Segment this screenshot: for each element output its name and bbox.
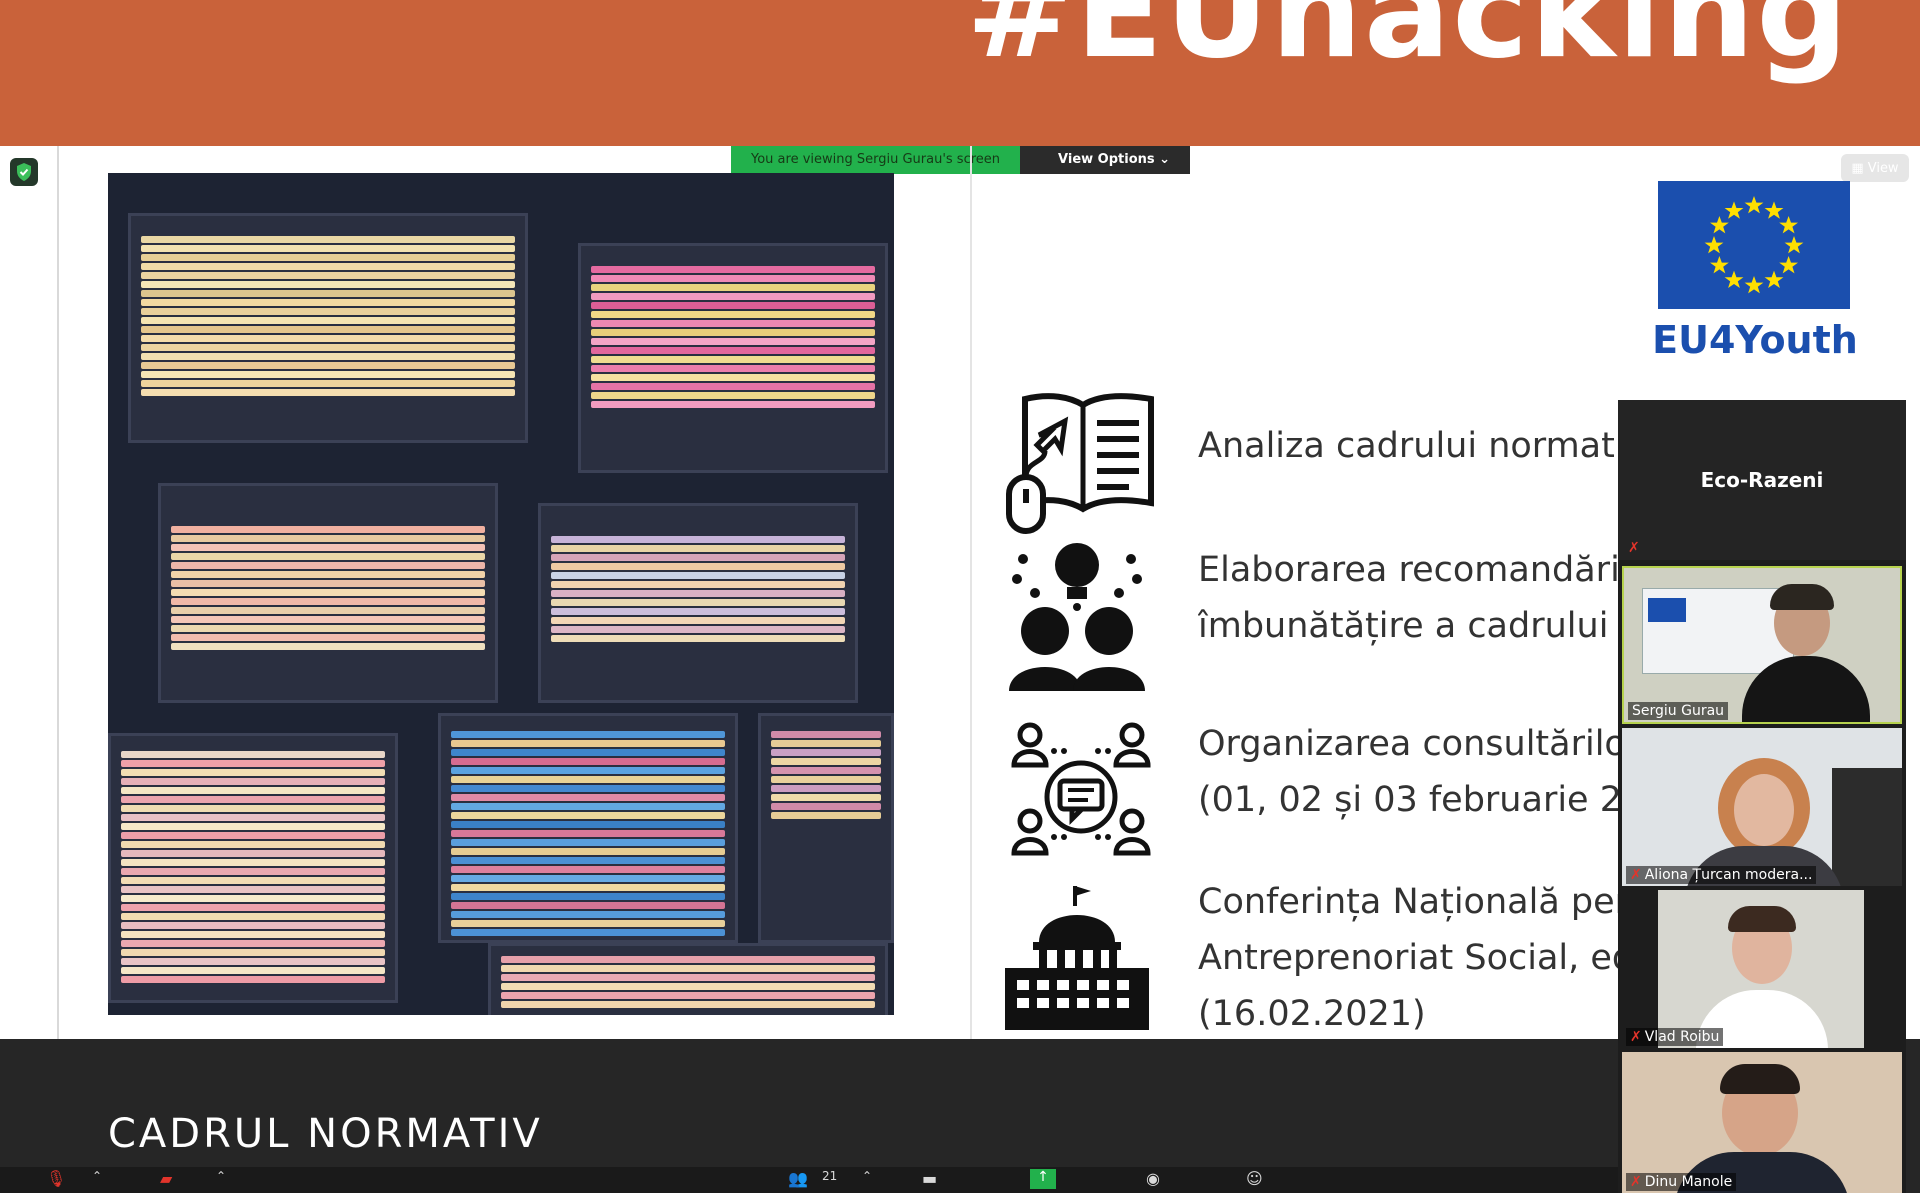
video-off-icon[interactable]: ▰ [160,1169,172,1188]
people-idea-icon [1005,541,1145,695]
view-button-label: View [1867,160,1899,176]
event-hashtag: #EUhacking [966,0,1850,87]
mic-muted-icon: ✗ [1630,1029,1642,1045]
book-mouse-icon [1005,391,1161,539]
view-options-label: View Options [1058,152,1155,167]
participants-icon[interactable]: 👥 [788,1169,808,1188]
chat-icon[interactable]: ▬ [922,1169,937,1188]
participant-tile-2[interactable]: ✗ Aliona Țurcan modera... [1622,728,1902,886]
meeting-toolbar: 🎙 ⌃ ▰ ⌃ 👥 21 ⌃ ▬ ↑ ◉ ☺ [0,1167,1618,1193]
eu4youth-logo-text: EU4Youth [1652,318,1858,362]
chevron-down-icon: ⌄ [1159,152,1171,167]
shield-check-icon[interactable] [10,158,38,186]
view-options-button[interactable]: View Options ⌄ [1020,146,1191,174]
participant-name: Sergiu Gurau [1628,702,1729,720]
slide-item-3: Organizarea consultărilo (01, 02 și 03 f… [1198,724,1618,820]
slide-border [57,146,59,1039]
participant-name: ✗ Aliona Țurcan modera... [1626,866,1817,884]
slide-item-1: Analiza cadrului normati [1198,426,1618,466]
shared-screen-area: You are viewing Sergiu Gurau's screen Vi… [0,146,1920,1193]
chevron-up-icon[interactable]: ⌃ [862,1169,872,1183]
participant-name: ✗ Dinu Manole [1626,1173,1737,1191]
slide-section-title: CADRUL NORMATIV [108,1111,543,1157]
participant-tile-1[interactable]: Sergiu Gurau [1622,566,1902,724]
viewing-screen-label: You are viewing Sergiu Gurau's screen [731,146,1021,174]
reactions-icon[interactable]: ☺ [1246,1169,1263,1188]
participant-name: ✗ Vlad Roibu [1626,1028,1724,1046]
participant-tile-3[interactable]: ✗ Vlad Roibu [1622,890,1902,1048]
file-cabinet-photo [108,173,894,1015]
screen-share-banner: You are viewing Sergiu Gurau's screen Vi… [731,146,1191,174]
participants-count: 21 [822,1169,838,1183]
meeting-name: Eco-Razeni [1618,400,1906,560]
event-banner: #EUhacking [0,0,1920,146]
chevron-up-icon[interactable]: ⌃ [216,1169,226,1183]
grid-icon: ▦ [1851,160,1864,176]
participant-tile-4[interactable]: ✗ Dinu Manole [1622,1052,1902,1193]
government-building-icon [1003,884,1151,1034]
record-icon[interactable]: ◉ [1146,1169,1160,1188]
share-screen-icon[interactable]: ↑ [1030,1169,1056,1189]
consultation-group-icon [1010,721,1152,865]
chevron-up-icon[interactable]: ⌃ [92,1169,102,1183]
mic-muted-icon: ✗ [1630,1174,1642,1190]
mic-muted-icon: ✗ [1628,540,1640,556]
slide-item-2: Elaborarea recomandări îmbunătățire a ca… [1198,550,1618,646]
slide-divider [970,146,972,1039]
slide-item-4: Conferința Națională pen Antreprenoriat … [1198,882,1618,1034]
microphone-muted-icon[interactable]: 🎙 [46,1169,66,1188]
mic-muted-icon: ✗ [1630,867,1642,883]
eu-flag-icon [1658,181,1850,309]
participant-gallery[interactable]: Eco-Razeni ✗ Sergiu Gurau ✗ Aliona Țurcan… [1618,400,1906,1193]
view-button[interactable]: ▦ View [1841,154,1909,182]
